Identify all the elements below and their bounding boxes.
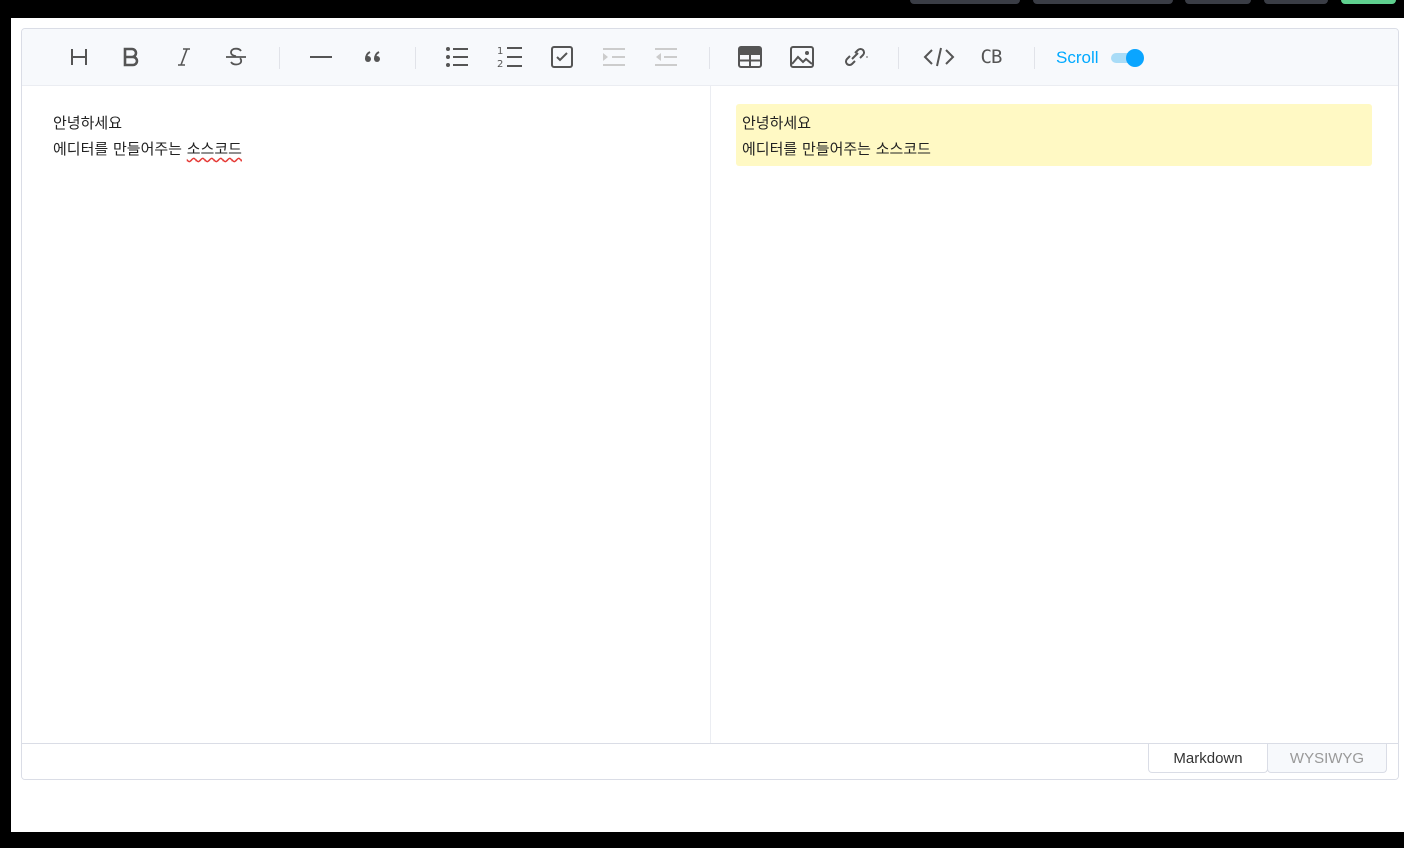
top-button[interactable] xyxy=(1264,0,1328,4)
preview-line: 에디터를 만들어주는 소스코드 xyxy=(742,140,931,158)
tab-wysiwyg[interactable]: WYSIWYG xyxy=(1267,744,1387,773)
preview-pane: 안녕하세요 에디터를 만들어주는 소스코드 xyxy=(712,86,1398,743)
horizontal-rule-icon xyxy=(310,56,332,58)
ordered-list-icon: 12 xyxy=(497,46,522,69)
tab-markdown[interactable]: Markdown xyxy=(1148,744,1268,773)
misspelled-word[interactable]: 소스코드 xyxy=(187,140,242,158)
hr-button[interactable] xyxy=(305,41,337,73)
bold-icon xyxy=(123,47,139,67)
markdown-line: 안녕하세요 xyxy=(53,114,123,132)
editor-panes: 안녕하세요 에디터를 만들어주는 소스코드 안녕하세요 에디터를 만들어주는 소… xyxy=(22,86,1398,743)
toolbar-divider xyxy=(1034,47,1035,69)
quote-icon xyxy=(365,51,380,62)
markdown-line-text: 에디터를 만들어주는 xyxy=(53,140,187,158)
image-button[interactable] xyxy=(786,41,818,73)
image-icon xyxy=(790,46,814,68)
editor-toolbar: 12 CB Scroll xyxy=(22,29,1398,86)
table-button[interactable] xyxy=(734,41,766,73)
heading-icon xyxy=(71,49,87,65)
link-button[interactable] xyxy=(839,41,871,73)
task-list-button[interactable] xyxy=(546,41,578,73)
quote-button[interactable] xyxy=(357,41,389,73)
indent-button[interactable] xyxy=(598,41,630,73)
codeblock-icon: CB xyxy=(980,46,1003,68)
top-button[interactable] xyxy=(1033,0,1173,4)
mode-switch-bar: Markdown WYSIWYG xyxy=(22,743,1398,779)
bold-button[interactable] xyxy=(115,41,147,73)
svg-text:2: 2 xyxy=(497,59,503,69)
toolbar-divider xyxy=(415,47,416,69)
code-button[interactable] xyxy=(923,41,955,73)
toolbar-divider xyxy=(898,47,899,69)
top-button-primary[interactable] xyxy=(1341,0,1396,4)
outdent-icon xyxy=(655,48,677,66)
preview-highlight-block: 안녕하세요 에디터를 만들어주는 소스코드 xyxy=(736,104,1372,166)
top-button[interactable] xyxy=(910,0,1020,4)
markdown-editor: 12 CB Scroll 안녕하세요 에디터를 만들어주는 소스코드 안녕하세요… xyxy=(21,28,1399,780)
ordered-list-button[interactable]: 12 xyxy=(494,41,526,73)
codeblock-button[interactable]: CB xyxy=(975,41,1007,73)
bullet-list-icon xyxy=(446,47,468,67)
scroll-sync-label: Scroll xyxy=(1056,48,1099,67)
toggle-knob xyxy=(1125,49,1144,67)
toolbar-divider xyxy=(709,47,710,69)
strikethrough-icon xyxy=(226,47,246,66)
italic-icon xyxy=(178,48,190,66)
code-icon xyxy=(923,47,955,67)
indent-icon xyxy=(603,48,625,66)
italic-button[interactable] xyxy=(168,41,200,73)
scroll-sync-toggle[interactable] xyxy=(1110,49,1145,67)
bottom-bar xyxy=(0,832,1404,848)
toolbar-divider xyxy=(279,47,280,69)
outdent-button[interactable] xyxy=(650,41,682,73)
page: 12 CB Scroll 안녕하세요 에디터를 만들어주는 소스코드 안녕하세요… xyxy=(11,18,1404,832)
markdown-line: 에디터를 만들어주는 소스코드 xyxy=(53,136,242,162)
markdown-text[interactable]: 안녕하세요 에디터를 만들어주는 소스코드 xyxy=(53,110,242,162)
top-bar xyxy=(0,0,1404,18)
preview-line: 안녕하세요 xyxy=(742,114,812,132)
checkbox-icon xyxy=(551,46,573,68)
bullet-list-button[interactable] xyxy=(441,41,473,73)
svg-text:1: 1 xyxy=(497,46,503,57)
top-button[interactable] xyxy=(1185,0,1251,4)
table-icon xyxy=(738,46,762,68)
strike-button[interactable] xyxy=(220,41,252,73)
scroll-sync: Scroll xyxy=(1056,47,1145,69)
heading-button[interactable] xyxy=(63,41,95,73)
markdown-pane[interactable]: 안녕하세요 에디터를 만들어주는 소스코드 xyxy=(22,86,711,743)
link-icon xyxy=(844,47,868,67)
